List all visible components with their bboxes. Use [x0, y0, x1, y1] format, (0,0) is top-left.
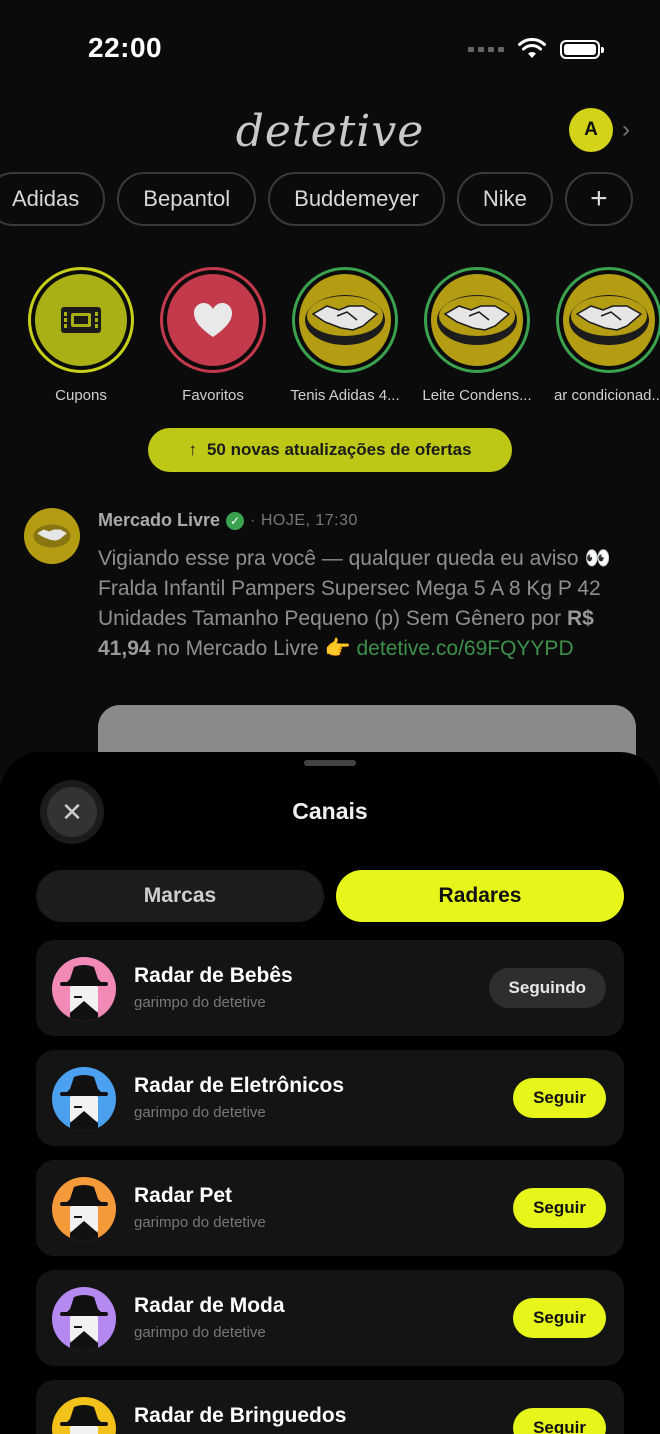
handshake-icon	[569, 295, 649, 345]
radar-title: Radar de Bringuedos	[134, 1404, 347, 1427]
handshake-icon	[33, 524, 71, 548]
channels-sheet: ✕ Canais Marcas Radares Radar de Bebês ga…	[0, 752, 660, 1434]
segmented-control: Marcas Radares	[36, 870, 624, 922]
verified-check-icon: ✓	[226, 511, 245, 530]
story-label: ar condicionad...	[553, 387, 660, 404]
app-logo: detetive	[235, 106, 425, 157]
story-label: Favoritos	[182, 387, 244, 404]
radar-title: Radar Pet	[134, 1184, 233, 1207]
status-icons	[468, 38, 604, 60]
story-favoritos[interactable]: Favoritos	[153, 267, 273, 404]
post-timestamp: · HOJE, 17:30	[250, 511, 358, 529]
heart-icon	[194, 303, 232, 337]
radar-card[interactable]: Radar de Bringuedosgarimpo do detetiveSe…	[36, 1380, 624, 1434]
radar-subtitle: garimpo do detetive	[134, 1214, 266, 1231]
chip-adidas[interactable]: Adidas	[0, 172, 106, 226]
story-ar-condicionado[interactable]: ar condicionad...	[549, 267, 660, 404]
cellular-signal-icon	[468, 46, 504, 52]
sheet-grabber[interactable]	[304, 760, 356, 766]
radar-subtitle: garimpo do detetive	[134, 1324, 266, 1341]
story-tenis-adidas[interactable]: Tenis Adidas 4...	[285, 267, 405, 404]
radar-subtitle: garimpo do detetive	[134, 1104, 266, 1121]
status-time: 22:00	[88, 32, 163, 63]
follow-button[interactable]: Seguir	[513, 1408, 606, 1434]
post-body: Vigiando esse pra você — qualquer queda …	[98, 547, 611, 660]
radar-card[interactable]: Radar Pet garimpo do detetive Seguir	[36, 1160, 624, 1256]
ticket-icon	[61, 307, 101, 333]
radar-title: Radar de Moda	[134, 1294, 285, 1317]
detective-avatar-icon	[52, 1177, 116, 1241]
detective-avatar-icon	[52, 1067, 116, 1131]
tab-radares[interactable]: Radares	[336, 870, 624, 922]
story-cupons[interactable]: Cupons	[21, 267, 141, 404]
story-label: Tenis Adidas 4...	[290, 387, 400, 404]
story-label: Leite Condens...	[422, 387, 532, 404]
follow-button[interactable]: Seguir	[513, 1298, 606, 1338]
radar-card[interactable]: Radar de Eletrônicos garimpo do detetive S…	[36, 1050, 624, 1146]
stories-row: Cupons Favoritos Tenis Adidas 4... Leite…	[0, 267, 660, 417]
handshake-icon	[437, 295, 517, 345]
add-chip-button[interactable]: +	[564, 172, 633, 226]
brand-chips: Adidas Bepantol Buddemeyer Nike +	[0, 172, 633, 228]
radar-title: Radar de Eletrônicos	[134, 1074, 345, 1097]
post-header: Mercado Livre ✓ · HOJE, 17:30	[98, 510, 358, 531]
post-product: Fralda Infantil Pampers Supersec Mega 5 …	[98, 577, 601, 630]
chevron-right-icon[interactable]: ›	[622, 116, 630, 144]
story-leite-condensado[interactable]: Leite Condens...	[417, 267, 537, 404]
wifi-icon	[518, 38, 546, 58]
story-label: Cupons	[55, 387, 107, 404]
following-button[interactable]: Seguindo	[488, 968, 606, 1008]
handshake-icon	[305, 295, 385, 345]
post-author[interactable]: Mercado Livre	[98, 510, 220, 531]
new-updates-button[interactable]: ↑ 50 novas atualizações de ofertas	[148, 428, 512, 472]
chip-bepantol[interactable]: Bepantol	[117, 172, 257, 226]
post-link[interactable]: detetive.co/69FQYYPD	[357, 637, 574, 660]
battery-icon	[560, 39, 604, 59]
tab-marcas[interactable]: Marcas	[36, 870, 324, 922]
follow-button[interactable]: Seguir	[513, 1188, 606, 1228]
pointing-hand-emoji-icon: 👉	[324, 637, 351, 660]
sheet-title: Canais	[292, 798, 368, 824]
follow-button[interactable]: Seguir	[513, 1078, 606, 1118]
profile-avatar[interactable]: A	[569, 108, 613, 152]
radar-card[interactable]: Radar de Moda garimpo do detetive Seguir	[36, 1270, 624, 1366]
status-bar: 22:00	[0, 0, 660, 96]
update-pill-label: 50 novas atualizações de ofertas	[206, 440, 472, 459]
detective-avatar-icon	[52, 1287, 116, 1351]
detective-avatar-icon	[52, 957, 116, 1021]
radar-card[interactable]: Radar de Bebês garimpo do detetive Seguind…	[36, 940, 624, 1036]
eyes-emoji-icon: 👀	[584, 547, 611, 570]
radar-title: Radar de Bebês	[134, 964, 293, 987]
chip-nike[interactable]: Nike	[456, 172, 553, 226]
chip-buddemeyer[interactable]: Buddemeyer	[268, 172, 445, 226]
detective-avatar-icon	[52, 1397, 116, 1434]
arrow-up-icon: ↑	[188, 440, 197, 459]
post-avatar[interactable]	[24, 508, 80, 564]
radar-subtitle: garimpo do detetive	[134, 994, 266, 1011]
